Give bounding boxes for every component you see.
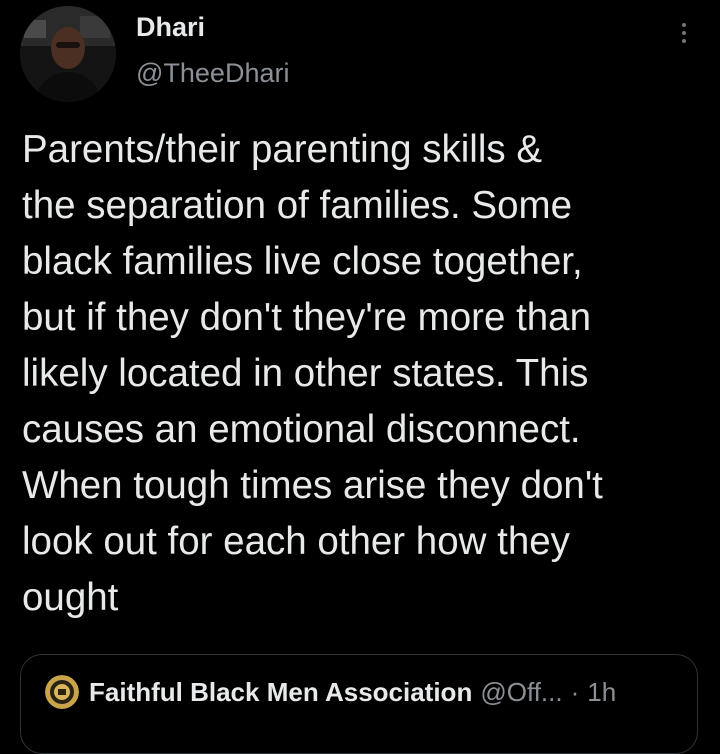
quoted-author-avatar[interactable] — [45, 675, 79, 709]
more-dot — [682, 31, 686, 35]
more-dot — [682, 39, 686, 43]
tweet-text: Parents/their parenting skills & the sep… — [22, 122, 712, 626]
tweet-text-line: look out for each other how they — [22, 520, 570, 563]
tweet-text-line: black families live close together, — [22, 240, 583, 283]
more-dot — [682, 23, 686, 27]
tweet: Dhari @TheeDhari Parents/their parenting… — [0, 0, 720, 754]
more-vertical-icon[interactable] — [668, 16, 700, 50]
quoted-timestamp[interactable]: 1h — [587, 677, 616, 708]
quoted-separator: · — [570, 676, 580, 707]
quoted-author-handle[interactable]: @Off... — [480, 677, 562, 708]
author-display-name[interactable]: Dhari — [136, 12, 205, 43]
tweet-text-line: ought — [22, 576, 119, 619]
quoted-author-display-name[interactable]: Faithful Black Men Association — [89, 677, 472, 708]
tweet-text-line: Parents/their parenting skills & — [22, 128, 542, 171]
tweet-text-line: but if they don't they're more than — [22, 296, 592, 339]
author-avatar[interactable] — [20, 6, 116, 102]
quoted-tweet-header: Faithful Black Men Association @Off... ·… — [45, 675, 616, 709]
tweet-text-line: When tough times arise they don't — [22, 464, 603, 507]
tweet-text-line: likely located in other states. This — [22, 352, 589, 395]
author-handle[interactable]: @TheeDhari — [136, 58, 289, 89]
tweet-text-line: causes an emotional disconnect. — [22, 408, 581, 451]
quoted-tweet-card[interactable]: Faithful Black Men Association @Off... ·… — [20, 654, 698, 754]
tweet-text-line: the separation of families. Some — [22, 184, 572, 227]
